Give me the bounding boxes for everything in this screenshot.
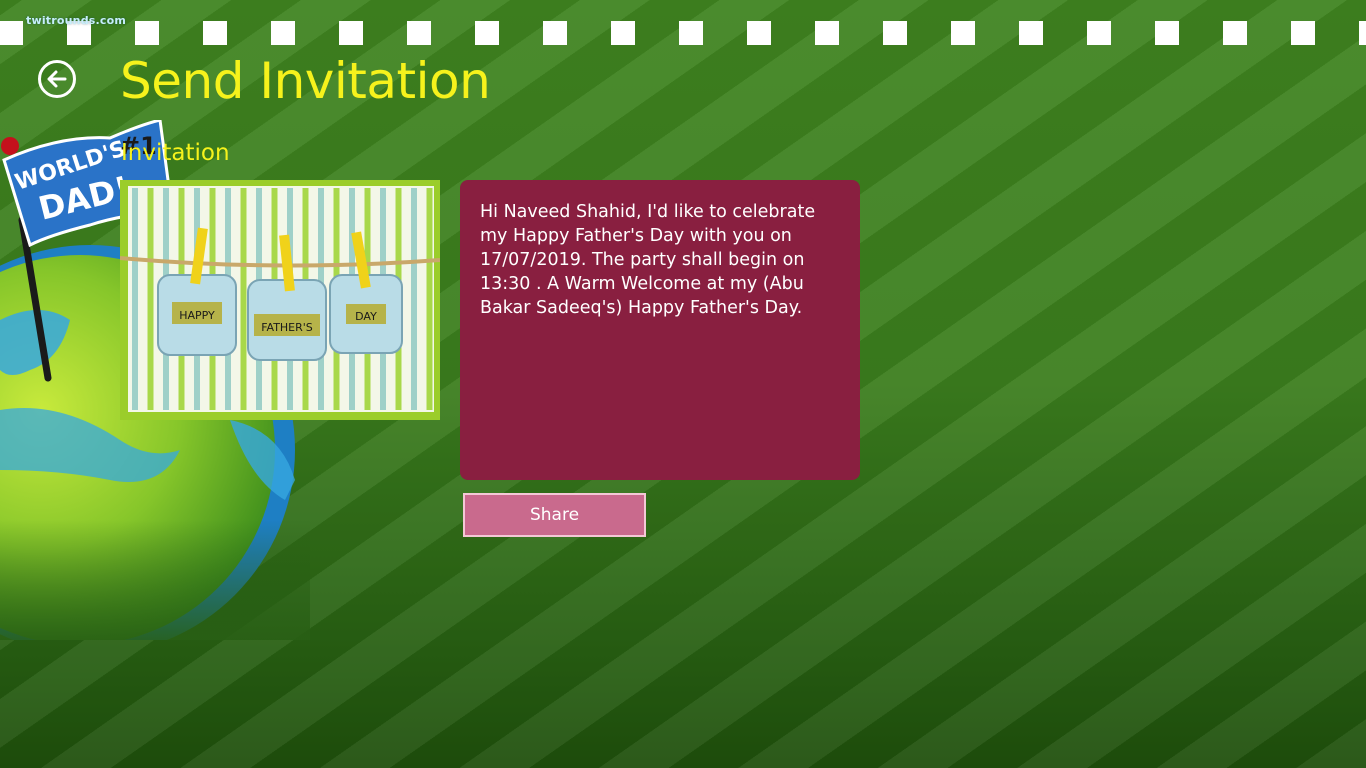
pin-head-icon [1,137,19,155]
fathers-day-card-image: HAPPY FATHER'S DAY [120,180,440,420]
filmstrip-square [611,21,635,45]
back-arrow-icon [47,70,67,88]
invitation-label: Invitation [121,140,230,166]
filmstrip-square [815,21,839,45]
card-tag-happy-text: HAPPY [179,309,215,322]
filmstrip-square [0,21,23,45]
filmstrip-square [271,21,295,45]
filmstrip-square [135,21,159,45]
filmstrip-square [339,21,363,45]
invitation-message-box: Hi Naveed Shahid, I'd like to celebrate … [460,180,860,480]
filmstrip-square [951,21,975,45]
card-tag-fathers-text: FATHER'S [261,321,313,334]
filmstrip-square [1019,21,1043,45]
watermark: twitrounds.com [26,14,127,27]
filmstrip-border [0,0,1366,50]
filmstrip-square [543,21,567,45]
share-button[interactable]: Share [463,493,646,537]
card-tag-fathers: FATHER'S [247,279,327,361]
filmstrip-square [1359,21,1366,45]
filmstrip-square [1223,21,1247,45]
card-tag-happy: HAPPY [157,274,237,356]
back-button[interactable] [38,60,76,98]
filmstrip-square [679,21,703,45]
filmstrip-square [1087,21,1111,45]
filmstrip-square [203,21,227,45]
filmstrip-square [1155,21,1179,45]
page-title: Send Invitation [120,52,491,110]
filmstrip-square [747,21,771,45]
filmstrip-square [475,21,499,45]
card-tag-day-text: DAY [355,310,377,323]
filmstrip-square [883,21,907,45]
filmstrip-square [407,21,431,45]
invitation-message: Hi Naveed Shahid, I'd like to celebrate … [480,202,816,318]
filmstrip-square [1291,21,1315,45]
